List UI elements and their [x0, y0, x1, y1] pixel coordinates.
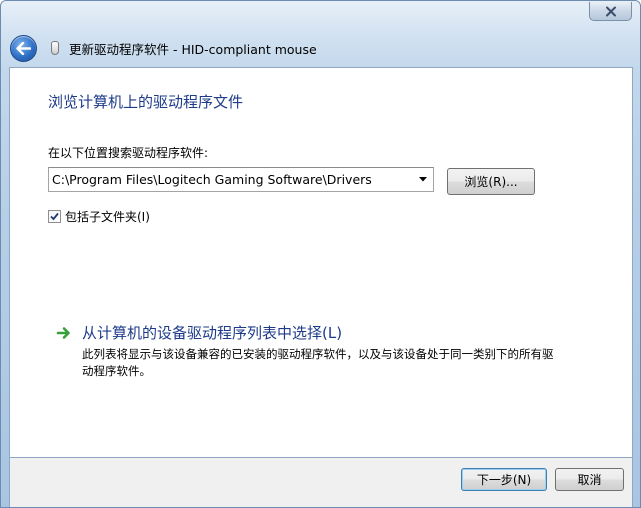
- dropdown-arrow-button[interactable]: [413, 168, 433, 191]
- next-button[interactable]: 下一步(N): [461, 468, 547, 491]
- checkmark-icon: [50, 212, 59, 221]
- title-nav-row: 更新驱动程序软件 - HID-compliant mouse: [10, 34, 317, 62]
- search-location-label: 在以下位置搜索驱动程序软件:: [48, 146, 209, 160]
- include-subfolders-row[interactable]: 包括子文件夹(I): [48, 208, 150, 225]
- wizard-footer: 下一步(N) 取消: [9, 458, 633, 507]
- browse-button[interactable]: 浏览(R)...: [447, 168, 535, 195]
- close-button[interactable]: [589, 2, 632, 21]
- pick-option-description: 此列表将显示与该设备兼容的已安装的驱动程序软件，以及与该设备处于同一类别下的所有…: [82, 347, 554, 378]
- pick-from-list-option[interactable]: 从计算机的设备驱动程序列表中选择(L) 此列表将显示与该设备兼容的已安装的驱动程…: [56, 322, 562, 380]
- update-driver-dialog: 更新驱动程序软件 - HID-compliant mouse 浏览计算机上的驱动…: [0, 0, 641, 508]
- pick-option-text[interactable]: 从计算机的设备驱动程序列表中选择(L) 此列表将显示与该设备兼容的已安装的驱动程…: [82, 322, 562, 380]
- driver-path-combobox[interactable]: C:\Program Files\Logitech Gaming Softwar…: [48, 167, 434, 192]
- include-subfolders-label[interactable]: 包括子文件夹(I): [65, 208, 150, 225]
- cancel-button[interactable]: 取消: [555, 468, 624, 491]
- driver-path-value[interactable]: C:\Program Files\Logitech Gaming Softwar…: [49, 172, 413, 187]
- window-title: 更新驱动程序软件 - HID-compliant mouse: [69, 41, 317, 57]
- wizard-content: 浏览计算机上的驱动程序文件 在以下位置搜索驱动程序软件: C:\Program …: [9, 67, 633, 458]
- pick-option-title[interactable]: 从计算机的设备驱动程序列表中选择(L): [82, 322, 562, 343]
- close-icon: [605, 6, 616, 16]
- back-button[interactable]: [10, 34, 37, 62]
- green-arrow-icon: [56, 327, 70, 339]
- include-subfolders-checkbox[interactable]: [48, 210, 61, 223]
- page-heading: 浏览计算机上的驱动程序文件: [48, 93, 244, 111]
- back-arrow-icon: [16, 41, 31, 55]
- chevron-down-icon: [419, 177, 427, 182]
- mouse-device-icon: [51, 41, 59, 55]
